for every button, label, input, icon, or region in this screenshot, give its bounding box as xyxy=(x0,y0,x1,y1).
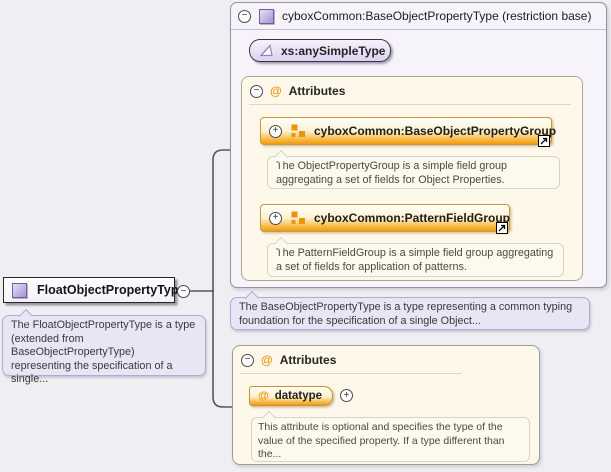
schema-diagram: − cyboxCommon:BaseObjectPropertyType (re… xyxy=(0,0,611,472)
separator xyxy=(249,104,571,105)
expand-toggle-icon[interactable]: + xyxy=(269,212,282,225)
open-reference-icon[interactable] xyxy=(538,135,550,147)
field-group-icon xyxy=(291,124,305,138)
group-description-text: The ObjectPropertyGroup is a simple fiel… xyxy=(276,160,507,186)
field-group-icon xyxy=(291,211,305,225)
attribute-at-icon: @ xyxy=(270,85,282,97)
complex-type-icon xyxy=(259,9,274,24)
group-description: The ObjectPropertyGroup is a simple fiel… xyxy=(267,156,560,189)
group-description-text: The PatternFieldGroup is a simple field … xyxy=(276,247,553,273)
root-element-label: FloatObjectPropertyType xyxy=(37,283,185,297)
simple-type-icon xyxy=(259,44,274,57)
attributes-label: Attributes xyxy=(289,84,346,98)
base-type-panel: − cyboxCommon:BaseObjectPropertyType (re… xyxy=(230,2,607,288)
complex-type-icon xyxy=(12,283,27,298)
simple-type-chip[interactable]: xs:anySimpleType xyxy=(249,39,391,62)
collapse-toggle-icon[interactable]: − xyxy=(177,285,190,298)
expand-toggle-icon[interactable]: + xyxy=(340,389,353,402)
separator xyxy=(240,373,462,374)
open-reference-icon[interactable] xyxy=(496,222,508,234)
root-element-float-object-property-type[interactable]: FloatObjectPropertyType xyxy=(3,277,175,303)
group-label: cyboxCommon:BaseObjectPropertyGroup xyxy=(314,124,556,138)
base-type-tooltip-text: The BaseObjectPropertyType is a type rep… xyxy=(239,301,572,327)
own-attributes-panel: − @ Attributes @ datatype + This attribu… xyxy=(232,345,540,465)
root-element-tooltip-text: The FloatObjectPropertyType is a type (e… xyxy=(11,319,195,385)
base-type-tooltip: The BaseObjectPropertyType is a type rep… xyxy=(230,297,590,330)
group-pattern-field-group[interactable]: + cyboxCommon:PatternFieldGroup xyxy=(260,204,510,232)
base-type-title: cyboxCommon:BaseObjectPropertyType (rest… xyxy=(282,9,591,23)
base-type-header: − cyboxCommon:BaseObjectPropertyType (re… xyxy=(231,3,606,29)
attribute-datatype[interactable]: @ datatype xyxy=(249,386,333,406)
attribute-at-icon: @ xyxy=(258,391,269,402)
group-description: The PatternFieldGroup is a simple field … xyxy=(267,243,564,277)
collapse-toggle-icon[interactable]: − xyxy=(250,85,263,98)
attributes-label: Attributes xyxy=(280,353,337,367)
expand-toggle-icon[interactable]: + xyxy=(269,125,282,138)
collapse-toggle-icon[interactable]: − xyxy=(241,354,254,367)
group-label: cyboxCommon:PatternFieldGroup xyxy=(314,211,510,225)
attribute-name: datatype xyxy=(275,390,322,402)
header-separator xyxy=(231,29,606,30)
attribute-description-text: This attribute is optional and specifies… xyxy=(258,421,505,460)
collapse-toggle-icon[interactable]: − xyxy=(238,10,251,23)
root-element-tooltip: The FloatObjectPropertyType is a type (e… xyxy=(2,315,206,376)
simple-type-label: xs:anySimpleType xyxy=(281,44,385,58)
attribute-at-icon: @ xyxy=(261,354,273,366)
attribute-description: This attribute is optional and specifies… xyxy=(251,417,530,462)
attributes-header: − @ Attributes xyxy=(241,353,336,367)
base-attributes-section: − @ Attributes + cyboxCommon:BaseObjectP… xyxy=(241,76,583,281)
attributes-header: − @ Attributes xyxy=(250,84,345,98)
group-base-object-property-group[interactable]: + cyboxCommon:BaseObjectPropertyGroup xyxy=(260,117,552,145)
